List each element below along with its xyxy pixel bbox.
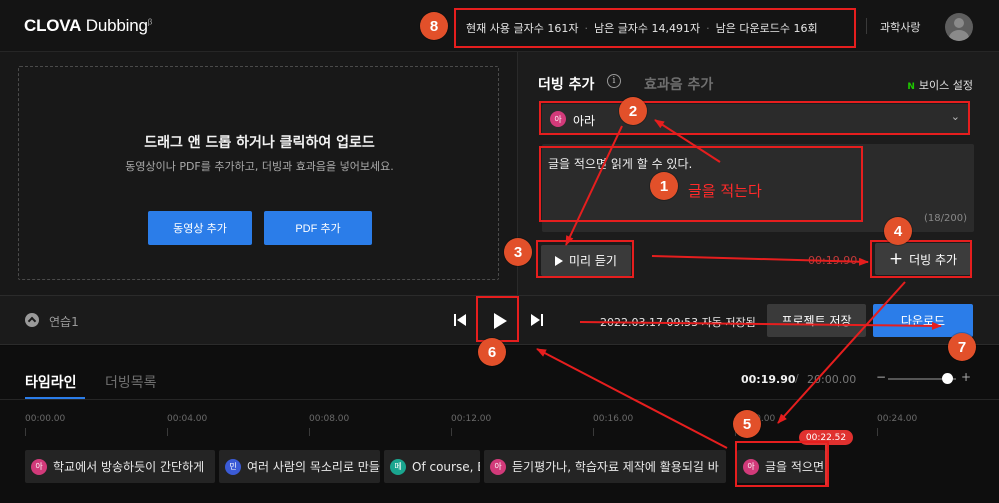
voice-select[interactable]: 아 아라 ⌄ [542, 104, 970, 134]
timeline-clip[interactable]: 아 듣기평가나, 학습자료 제작에 활용되길 바 [484, 450, 726, 483]
usage-remaining-chars: 남은 글자수 14,491자 [593, 22, 701, 35]
add-pdf-button[interactable]: PDF 추가 [264, 211, 372, 245]
ruler-tick: 00:00.00 [25, 414, 66, 436]
collapse-icon[interactable] [25, 313, 39, 327]
divider [0, 399, 999, 400]
play-icon[interactable] [494, 313, 507, 329]
time-separator: / [795, 372, 799, 385]
zoom-slider-handle[interactable] [942, 373, 953, 384]
clip-text: 여러 사람의 목소리로 만들 [247, 460, 380, 474]
add-dubbing-button[interactable]: + 더빙 추가 [875, 243, 971, 275]
add-dubbing-label: 더빙 추가 [909, 252, 958, 267]
usage-separator: · [706, 21, 710, 35]
play-icon [555, 255, 563, 266]
timeline-clip[interactable]: 메 Of course, E [384, 450, 480, 483]
clip-voice-badge: 아 [490, 458, 506, 475]
usage-used-chars: 현재 사용 글자수 161자 [466, 22, 579, 35]
upload-dropzone[interactable]: 드래그 앤 드롭 하거나 클릭하여 업로드 동영상이나 PDF를 추가하고, 더… [18, 66, 499, 280]
upload-description: 동영상이나 PDF를 추가하고, 더빙과 효과음을 넣어보세요. [125, 160, 394, 173]
app-header: CLOVA Dubbingβ 현재 사용 글자수 161자 · 남은 글자수 1… [0, 0, 999, 52]
timeline-panel: 타임라인 더빙목록 00:19.90 / 20:00.00 − + 00:00.… [0, 346, 999, 503]
naver-icon: N [907, 82, 915, 92]
zoom-out-icon[interactable]: − [876, 370, 886, 384]
clip-text: 듣기평가나, 학습자료 제작에 활용되길 바 [512, 460, 719, 474]
skip-next-icon[interactable] [531, 314, 543, 326]
tab-add-dubbing[interactable]: 더빙 추가 [538, 74, 594, 94]
voice-setting-link[interactable]: N 보이스 설정 [907, 77, 973, 93]
tab-dubbing-list[interactable]: 더빙목록 [105, 372, 157, 392]
clip-voice-badge: 메 [390, 458, 406, 475]
chevron-down-icon: ⌄ [950, 110, 960, 123]
ruler-tick: 00:16.00 [593, 414, 634, 436]
ruler-tick: 00:24.00 [877, 414, 918, 436]
user-name[interactable]: 과학사랑 [880, 19, 920, 35]
voice-avatar-badge: 아 [550, 111, 566, 127]
header-divider [866, 18, 867, 34]
char-count: (18/200) [924, 213, 967, 224]
preview-button[interactable]: 미리 듣기 [541, 245, 631, 276]
zoom-in-icon[interactable]: + [961, 370, 971, 384]
tab-timeline[interactable]: 타임라인 [25, 372, 77, 392]
time-ruler[interactable]: 00:00.00 00:04.00 00:08.00 00:12.00 00:1… [0, 414, 999, 436]
dubbing-duration: 00:19.90 [808, 254, 858, 267]
clip-voice-badge: 아 [743, 458, 759, 475]
ruler-tick: 00:12.00 [451, 414, 492, 436]
clova-dubbing-logo[interactable]: CLOVA Dubbingβ [24, 16, 152, 36]
clip-text: Of course, E [412, 459, 480, 474]
ruler-tick: 00:04.00 [167, 414, 208, 436]
ruler-tick: 00:08.00 [309, 414, 350, 436]
voice-name: 아라 [573, 114, 596, 128]
total-time: 20:00.00 [807, 373, 857, 386]
dubbing-text-value[interactable]: 글을 적으면 읽게 할 수 있다. [548, 155, 692, 172]
ruler-tick: 00:20.00 [735, 414, 776, 436]
voice-setting-label: 보이스 설정 [918, 79, 973, 92]
usage-summary: 현재 사용 글자수 161자 · 남은 글자수 14,491자 · 남은 다운로… [454, 8, 856, 48]
add-video-button[interactable]: 동영상 추가 [148, 211, 252, 245]
clip-text: 글을 적으면 [765, 460, 825, 474]
timeline-clip[interactable]: 아 글을 적으면 [737, 450, 825, 483]
playback-control-bar: 연습1 2022.03.17 09:53 자동 저장됨 프로젝트 저장 다운로드 [0, 295, 999, 345]
save-project-button[interactable]: 프로젝트 저장 [767, 304, 866, 337]
playhead-time-label[interactable]: 00:22.52 [799, 430, 853, 445]
dubbing-text-input[interactable]: 글을 적으면 읽게 할 수 있다. (18/200) [542, 144, 974, 232]
avatar[interactable] [945, 13, 973, 41]
download-button[interactable]: 다운로드 [873, 304, 973, 337]
playhead[interactable] [825, 440, 827, 485]
project-name[interactable]: 연습1 [49, 313, 79, 330]
usage-remaining-downloads: 남은 다운로드수 16회 [715, 22, 818, 35]
dubbing-panel: 더빙 추가 i 효과음 추가 N 보이스 설정 아 아라 ⌄ 글을 적으면 읽게 … [517, 52, 999, 295]
timeline-clip[interactable]: 아 학교에서 방송하듯이 간단하게 [25, 450, 215, 483]
skip-previous-icon[interactable] [454, 314, 466, 326]
autosave-status: 2022.03.17 09:53 자동 저장됨 [600, 316, 756, 329]
upload-panel: 드래그 앤 드롭 하거나 클릭하여 업로드 동영상이나 PDF를 추가하고, 더… [0, 52, 517, 295]
plus-icon: + [888, 248, 904, 269]
clip-voice-badge: 아 [31, 458, 47, 475]
preview-label: 미리 듣기 [569, 254, 617, 268]
info-icon[interactable]: i [607, 74, 621, 88]
current-time: 00:19.90 [741, 373, 796, 386]
clip-voice-badge: 민 [225, 458, 241, 475]
usage-separator: · [584, 21, 588, 35]
timeline-clip[interactable]: 민 여러 사람의 목소리로 만들 [219, 450, 380, 483]
tab-add-sound-effect[interactable]: 효과음 추가 [644, 74, 713, 94]
clip-text: 학교에서 방송하듯이 간단하게 [53, 460, 205, 474]
upload-title: 드래그 앤 드롭 하거나 클릭하여 업로드 [144, 135, 375, 151]
